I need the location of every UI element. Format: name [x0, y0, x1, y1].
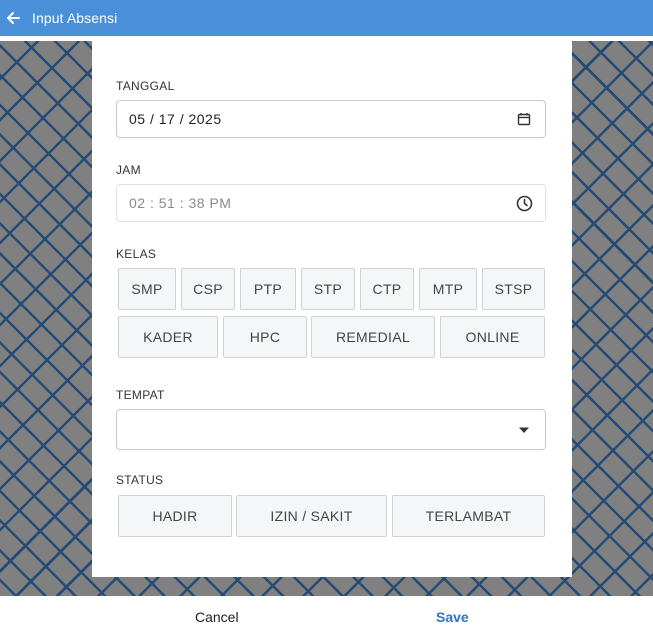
kelas-option-remedial[interactable]: REMEDIAL [311, 316, 435, 358]
clock-icon[interactable] [515, 194, 533, 212]
app-bar: Input Absensi [0, 0, 653, 36]
kelas-label: KELAS [116, 247, 157, 261]
tanggal-value: 05 / 17 / 2025 [129, 111, 222, 127]
status-option-terlambat[interactable]: TERLAMBAT [392, 495, 545, 537]
kelas-option-csp[interactable]: CSP [181, 268, 235, 310]
form-card: TANGGAL 05 / 17 / 2025 JAM 02 : 51 : 38 … [92, 41, 572, 577]
kelas-option-stp[interactable]: STP [301, 268, 355, 310]
jam-label: JAM [116, 163, 141, 177]
kelas-option-kader[interactable]: KADER [118, 316, 218, 358]
status-option-izin-sakit[interactable]: IZIN / SAKIT [236, 495, 387, 537]
jam-time-input[interactable]: 02 : 51 : 38 PM [116, 184, 546, 222]
kelas-option-online[interactable]: ONLINE [440, 316, 545, 358]
status-label: STATUS [116, 473, 164, 487]
tempat-select[interactable] [116, 409, 546, 450]
kelas-option-ptp[interactable]: PTP [240, 268, 296, 310]
kelas-option-stsp[interactable]: STSP [482, 268, 545, 310]
page-title: Input Absensi [32, 10, 118, 26]
kelas-option-mtp[interactable]: MTP [419, 268, 477, 310]
back-button[interactable] [0, 0, 26, 36]
kelas-option-ctp[interactable]: CTP [360, 268, 414, 310]
kelas-option-smp[interactable]: SMP [118, 268, 176, 310]
dialog-footer: Cancel Save [0, 596, 653, 636]
kelas-option-hpc[interactable]: HPC [223, 316, 307, 358]
tanggal-label: TANGGAL [116, 79, 175, 93]
status-option-hadir[interactable]: HADIR [118, 495, 232, 537]
tanggal-date-input[interactable]: 05 / 17 / 2025 [116, 100, 546, 138]
cancel-button[interactable]: Cancel [195, 609, 239, 625]
jam-value: 02 : 51 : 38 PM [129, 195, 232, 211]
save-button[interactable]: Save [436, 609, 469, 625]
calendar-icon[interactable] [515, 110, 533, 128]
arrow-left-icon [7, 12, 20, 24]
tempat-label: TEMPAT [116, 388, 165, 402]
caret-down-icon[interactable] [515, 421, 533, 439]
